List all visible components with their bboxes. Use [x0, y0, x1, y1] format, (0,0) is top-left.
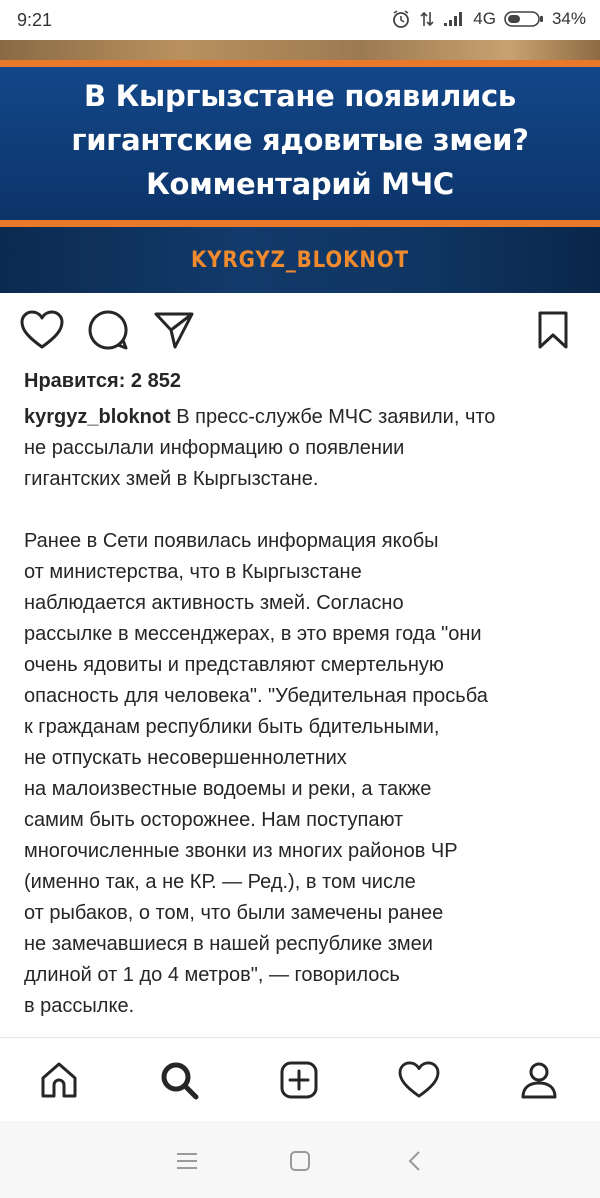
comment-icon: [88, 310, 128, 350]
back-icon: [408, 1151, 420, 1171]
share-button[interactable]: [149, 305, 199, 355]
caption-line: наблюдается активность змей. Согласно: [24, 592, 404, 614]
caption-line: многочисленные звонки из многих районов …: [24, 840, 458, 862]
nav-activity[interactable]: [397, 1058, 441, 1102]
profile-icon: [521, 1062, 557, 1099]
nav-search[interactable]: [157, 1058, 201, 1102]
likes-count[interactable]: Нравится: 2 852: [24, 370, 181, 393]
caption-line: не замечавшиеся в нашей республике змеи: [24, 933, 433, 955]
banner-stripe-top: [0, 60, 600, 67]
caption-line: к гражданам республики быть бдительными,: [24, 716, 440, 738]
share-icon: [154, 312, 194, 349]
post-image[interactable]: В Кыргызстане появились гигантские ядови…: [0, 40, 600, 293]
caption-line: самим быть осторожнее. Нам поступают: [24, 809, 404, 831]
home-icon: [41, 1062, 77, 1098]
post-caption: kyrgyz_bloknot В пресс-службе МЧС заявил…: [24, 402, 584, 1022]
like-button[interactable]: [17, 305, 67, 355]
caption-text-start: В пресс-службе МЧС заявили, что: [170, 406, 496, 428]
system-home-button[interactable]: [285, 1146, 315, 1176]
caption-line: гигантских змей в Кыргызстане.: [24, 468, 319, 490]
data-arrows-icon: [419, 10, 435, 28]
bookmark-icon: [538, 311, 568, 349]
battery-percent: 34%: [551, 9, 586, 28]
bottom-nav: [0, 1037, 600, 1122]
nav-add-post[interactable]: [277, 1058, 321, 1102]
save-button[interactable]: [528, 305, 578, 355]
status-time: 9:21: [17, 10, 53, 30]
activity-heart-icon: [398, 1061, 440, 1098]
caption-line: в рассылке.: [24, 995, 135, 1017]
status-bar: 9:21 4G 34%: [0, 0, 600, 40]
caption-line: от рыбаков, о том, что были замечены ран…: [24, 902, 444, 924]
caption-line: рассылке в мессенджерах, в это время год…: [24, 623, 482, 645]
caption-line: на малоизвестные водоемы и реки, а также: [24, 778, 432, 800]
add-post-icon: [280, 1061, 318, 1099]
banner-headline: В Кыргызстане появились гигантские ядови…: [0, 74, 600, 206]
battery-icon: [504, 10, 544, 28]
headline-line-1: В Кыргызстане появились: [84, 79, 516, 113]
signal-icon: [443, 11, 465, 27]
system-back-button[interactable]: [400, 1146, 430, 1176]
heart-icon: [20, 310, 64, 349]
caption-line: kyrgyz_bloknot В пресс-службе МЧС заявил…: [24, 402, 584, 433]
system-menu-button[interactable]: [172, 1146, 202, 1176]
caption-line: Ранее в Сети появилась информация якобы: [24, 530, 439, 552]
caption-line: опасность для человека". "Убедительная п…: [24, 685, 488, 707]
post-actions: [0, 305, 600, 359]
status-icons: 4G 34%: [391, 9, 586, 29]
nav-home[interactable]: [37, 1058, 81, 1102]
banner-stripe-bottom: [0, 220, 600, 227]
caption-line: не отпускать несовершеннолетних: [24, 747, 347, 769]
headline-line-2: гигантские ядовитые змеи?: [71, 123, 529, 157]
system-nav-bar: [0, 1121, 600, 1198]
caption-line: очень ядовиты и представляют смертельную: [24, 654, 444, 676]
banner-texture: [0, 40, 600, 60]
headline-line-3: Комментарий МЧС: [146, 167, 454, 201]
caption-username[interactable]: kyrgyz_bloknot: [24, 406, 171, 428]
caption-line: (именно так, а не КР. — Ред.), в том чис…: [24, 871, 416, 893]
menu-icon: [177, 1153, 197, 1169]
caption-line: не рассылали информацию о появлении: [24, 437, 405, 459]
alarm-icon: [391, 9, 411, 29]
caption-line: от министерства, что в Кыргызстане: [24, 561, 362, 583]
network-type: 4G: [473, 9, 496, 28]
search-icon: [161, 1062, 199, 1100]
banner-account-tag: KYRGYZ_BLOKNOT: [190, 248, 410, 273]
home-square-icon: [290, 1151, 310, 1171]
caption-line: длиной от 1 до 4 метров", — говорилось: [24, 964, 400, 986]
comment-button[interactable]: [83, 305, 133, 355]
nav-profile[interactable]: [517, 1058, 561, 1102]
